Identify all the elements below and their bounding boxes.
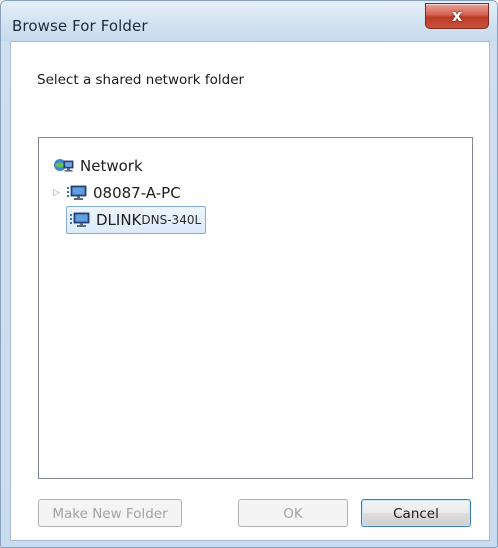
tree-item-label: Network [80, 157, 143, 175]
tree-item-sublabel: DNS-340L [141, 213, 202, 227]
tree-item-label: 08087-A-PC [93, 184, 181, 202]
ok-button[interactable]: OK [238, 499, 348, 527]
expand-arrow-icon[interactable]: ▷ [53, 188, 63, 198]
tree-item-08087-a-pc[interactable]: ▷ 08087-A-PC [53, 179, 181, 207]
dialog-body: Select a shared network folder Network ▷ [10, 41, 490, 541]
close-icon: x [451, 6, 463, 25]
cancel-button[interactable]: Cancel [361, 499, 471, 527]
title-bar[interactable]: Browse For Folder x [1, 1, 497, 41]
dialog-prompt: Select a shared network folder [37, 72, 245, 88]
tree-item-label: DLINK [96, 211, 142, 229]
computer-icon [67, 185, 87, 200]
tree-item-dlink-dns-340l[interactable]: DLINK DNS-340L [66, 206, 207, 234]
folder-tree-view[interactable]: Network ▷ 08087-A-PC DLINK DNS-340L [38, 137, 473, 479]
browse-for-folder-dialog: Browse For Folder x Select a shared netw… [0, 0, 498, 548]
close-button[interactable]: x [425, 3, 489, 29]
window-title: Browse For Folder [12, 17, 148, 35]
computer-icon [70, 212, 90, 227]
network-globe-icon [54, 159, 74, 172]
make-new-folder-button[interactable]: Make New Folder [38, 499, 182, 527]
tree-item-network[interactable]: Network [53, 152, 143, 180]
